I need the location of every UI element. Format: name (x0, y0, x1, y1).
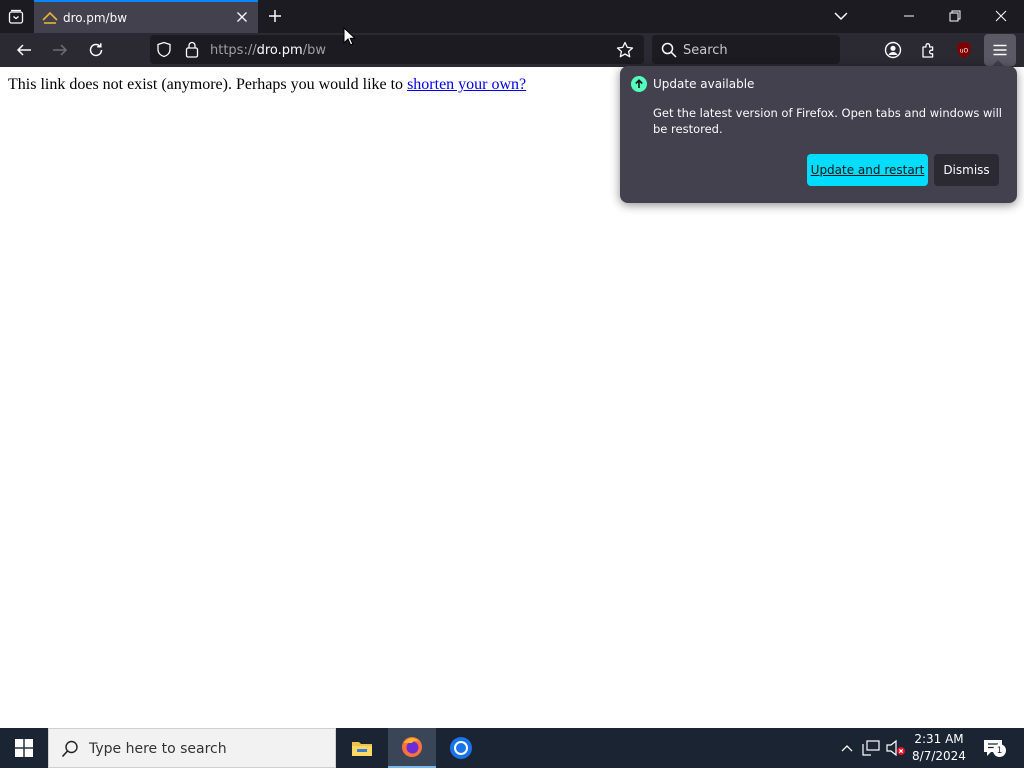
mouse-cursor (343, 27, 355, 46)
list-all-tabs-button[interactable] (828, 4, 854, 28)
update-arrow-icon (631, 76, 647, 92)
favicon-icon (42, 11, 58, 24)
minimize-button[interactable] (886, 2, 932, 30)
ublock-button[interactable]: uO (952, 37, 976, 63)
tab-list-button[interactable] (3, 4, 29, 30)
chrome-icon (450, 737, 472, 759)
windows-logo-icon (15, 739, 33, 757)
reload-button[interactable] (82, 37, 110, 63)
update-title: Update available (653, 77, 755, 91)
clock-date: 8/7/2024 (912, 749, 966, 763)
update-description: Get the latest version of Firefox. Open … (653, 106, 1002, 136)
url-path: /bw (302, 43, 326, 58)
hamburger-icon (993, 44, 1007, 56)
url-scheme: https:// (210, 43, 257, 58)
account-icon (884, 41, 902, 59)
minimize-icon (904, 15, 914, 17)
network-icon (862, 740, 880, 756)
restore-icon (949, 10, 961, 22)
network-button[interactable] (861, 738, 881, 758)
chevron-down-icon (834, 12, 848, 21)
tab-strip: dro.pm/bw (0, 0, 1024, 33)
chevron-up-icon (841, 745, 853, 752)
taskbar-file-explorer[interactable] (338, 728, 386, 768)
close-icon[interactable] (233, 8, 251, 26)
star-icon[interactable] (616, 41, 634, 59)
reload-icon (89, 43, 103, 57)
tab-title: dro.pm/bw (63, 11, 128, 25)
shield-icon[interactable] (156, 41, 172, 58)
forward-button[interactable] (46, 37, 74, 63)
error-message: This link does not exist (anymore). Perh… (8, 76, 526, 94)
taskbar-chrome[interactable] (437, 728, 485, 768)
url-bar[interactable]: https://dro.pm/bw (150, 35, 644, 64)
new-tab-button[interactable] (263, 4, 287, 28)
back-button[interactable] (10, 37, 38, 63)
arrow-right-icon (53, 44, 68, 56)
taskbar-firefox[interactable] (388, 728, 436, 768)
clock-time: 2:31 AM (914, 732, 964, 746)
search-icon (661, 42, 677, 58)
taskbar: Type here to search 2:31 AM 8/7/2024 (0, 728, 1024, 768)
update-notification-panel: Update available Get the latest version … (620, 66, 1017, 203)
update-and-restart-button[interactable]: Update and restart (807, 154, 928, 186)
show-hidden-icons-button[interactable] (838, 738, 856, 758)
dismiss-button[interactable]: Dismiss (934, 154, 999, 186)
notification-count-badge: 1 (993, 744, 1006, 757)
svg-text:uO: uO (960, 48, 969, 55)
lock-icon[interactable] (185, 41, 199, 58)
extensions-button[interactable] (916, 37, 942, 63)
search-placeholder: Search (683, 43, 728, 58)
shorten-link[interactable]: shorten your own? (407, 76, 526, 93)
ublock-icon: uO (957, 42, 971, 58)
tab-list-icon (8, 9, 24, 24)
folder-icon (352, 742, 372, 756)
volume-button[interactable] (885, 738, 907, 758)
system-clock[interactable]: 2:31 AM 8/7/2024 (908, 731, 970, 765)
account-button[interactable] (880, 37, 906, 63)
window-close-button[interactable] (978, 2, 1024, 30)
puzzle-icon (922, 43, 934, 58)
nav-toolbar: https://dro.pm/bw Search uO (0, 33, 1024, 67)
volume-muted-icon (886, 740, 905, 756)
url-host: dro.pm (256, 43, 303, 58)
url-text: https://dro.pm/bw (210, 43, 326, 58)
plus-icon (269, 10, 281, 22)
search-bar[interactable]: Search (652, 35, 840, 64)
firefox-icon (402, 737, 422, 757)
start-button[interactable] (0, 728, 48, 768)
restore-button[interactable] (932, 2, 978, 30)
taskbar-search-placeholder: Type here to search (89, 741, 227, 757)
error-message-text: This link does not exist (anymore). Perh… (8, 76, 408, 93)
search-icon (61, 740, 78, 758)
arrow-left-icon (16, 44, 31, 56)
taskbar-search-box[interactable]: Type here to search (48, 728, 336, 768)
close-icon (995, 10, 1007, 22)
tab-active[interactable]: dro.pm/bw (34, 0, 258, 33)
